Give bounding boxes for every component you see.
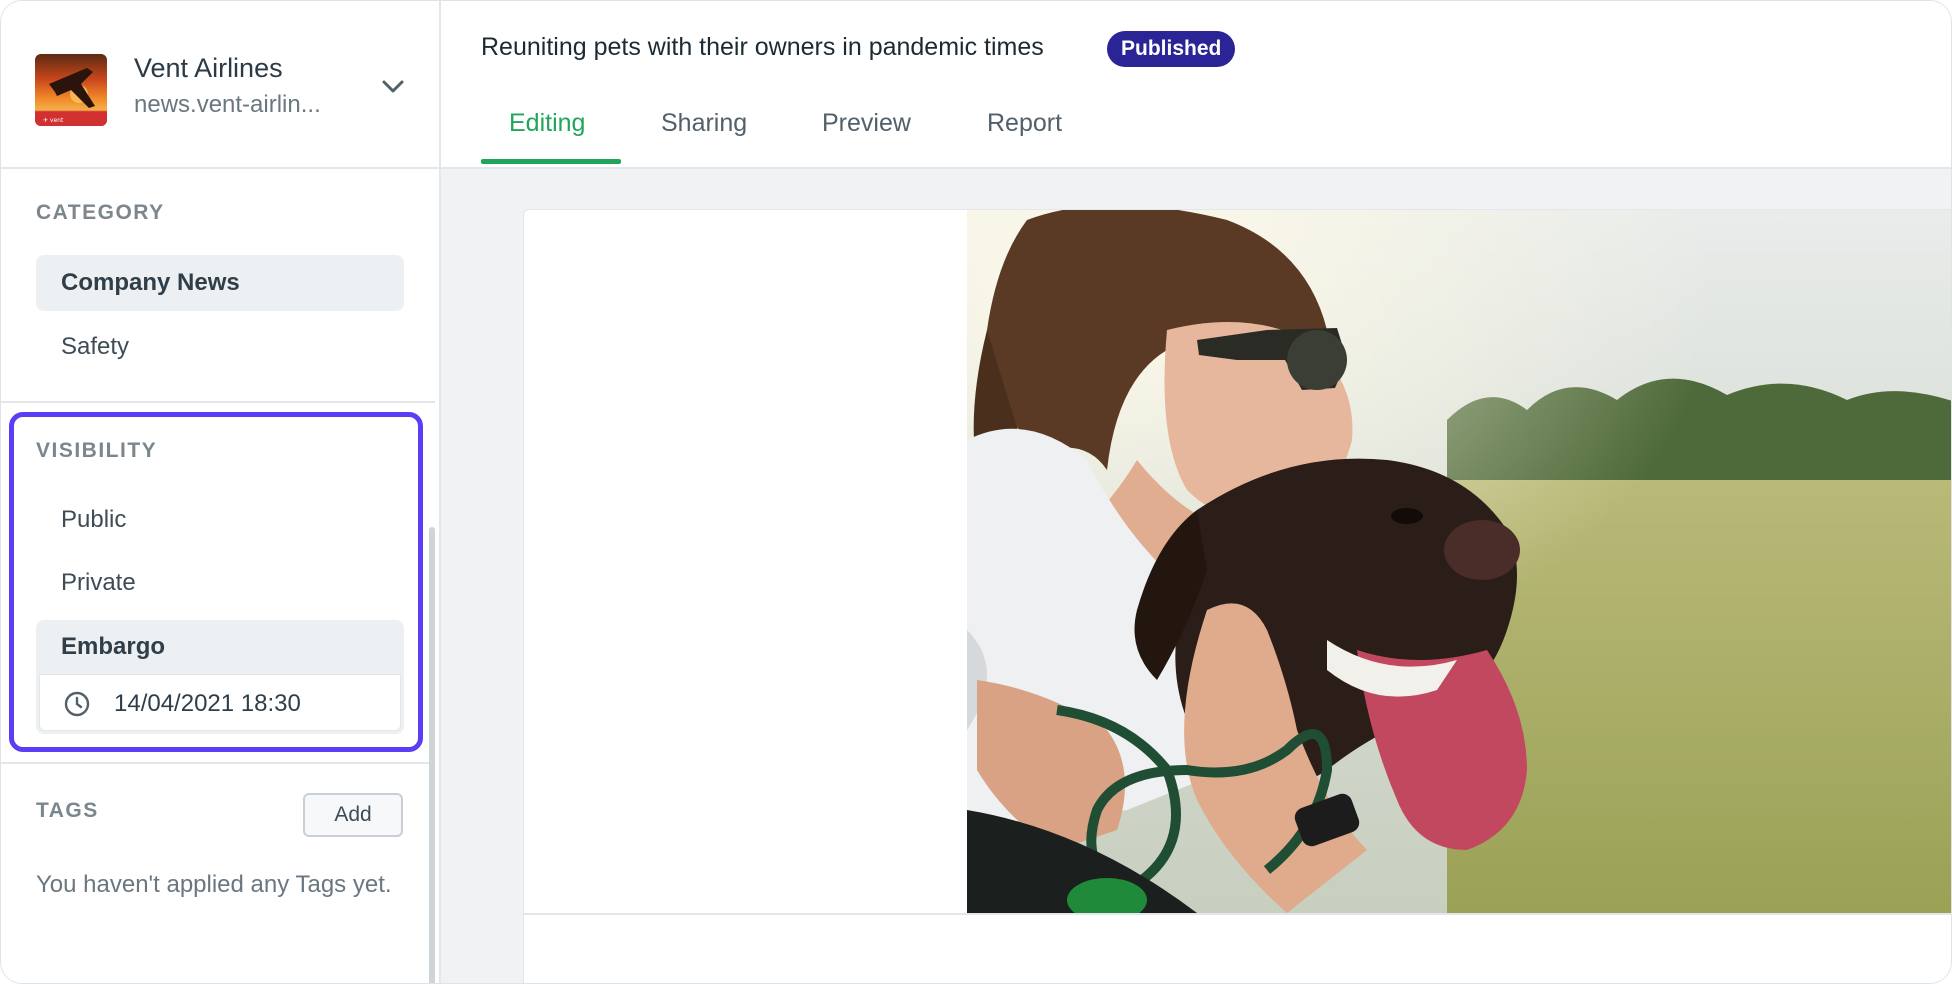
svg-text:✈ vent: ✈ vent <box>43 117 64 124</box>
tags-empty-message: You haven't applied any Tags yet. <box>36 871 392 898</box>
clock-icon <box>64 691 90 717</box>
tab-report[interactable]: Report <box>987 109 1062 138</box>
editor-canvas <box>441 169 1951 983</box>
embargo-datetime-value: 14/04/2021 18:30 <box>114 690 301 717</box>
tab-sharing[interactable]: Sharing <box>661 109 747 138</box>
page-title: Reuniting pets with their owners in pand… <box>481 33 1044 61</box>
chevron-down-icon[interactable] <box>381 79 405 95</box>
tags-heading: TAGS <box>36 799 99 822</box>
sidebar-scrollbar[interactable] <box>429 527 435 983</box>
brand-logo: ✈ vent <box>35 54 107 126</box>
newsroom-switcher[interactable]: ✈ vent Vent Airlines news.vent-airlin... <box>1 1 439 169</box>
content-divider <box>524 913 1951 915</box>
visibility-option-embargo[interactable]: Embargo 14/04/2021 18:30 <box>36 620 404 734</box>
add-tag-button[interactable]: Add <box>303 793 403 837</box>
visibility-option-private[interactable]: Private <box>36 556 404 610</box>
embargo-datetime-field[interactable]: 14/04/2021 18:30 <box>39 674 401 731</box>
category-heading: CATEGORY <box>36 201 165 224</box>
editor-header: Reuniting pets with their owners in pand… <box>441 1 1951 169</box>
tab-preview[interactable]: Preview <box>822 109 911 138</box>
active-tab-indicator <box>481 159 621 164</box>
sidebar: ✈ vent Vent Airlines news.vent-airlin...… <box>1 1 441 983</box>
category-item-company-news[interactable]: Company News <box>36 255 404 311</box>
brand-domain: news.vent-airlin... <box>134 91 321 118</box>
tab-editing[interactable]: Editing <box>509 109 585 138</box>
embargo-label: Embargo <box>61 633 166 660</box>
visibility-option-public[interactable]: Public <box>36 493 404 547</box>
category-item-safety[interactable]: Safety <box>36 319 404 375</box>
hero-image[interactable] <box>967 210 1951 913</box>
brand-name: Vent Airlines <box>134 53 283 83</box>
app-window: ✈ vent Vent Airlines news.vent-airlin...… <box>0 0 1952 984</box>
story-document <box>523 209 1951 983</box>
section-divider <box>1 762 435 764</box>
visibility-heading: VISIBILITY <box>36 439 158 462</box>
section-divider <box>1 401 435 403</box>
status-badge: Published <box>1107 31 1236 67</box>
